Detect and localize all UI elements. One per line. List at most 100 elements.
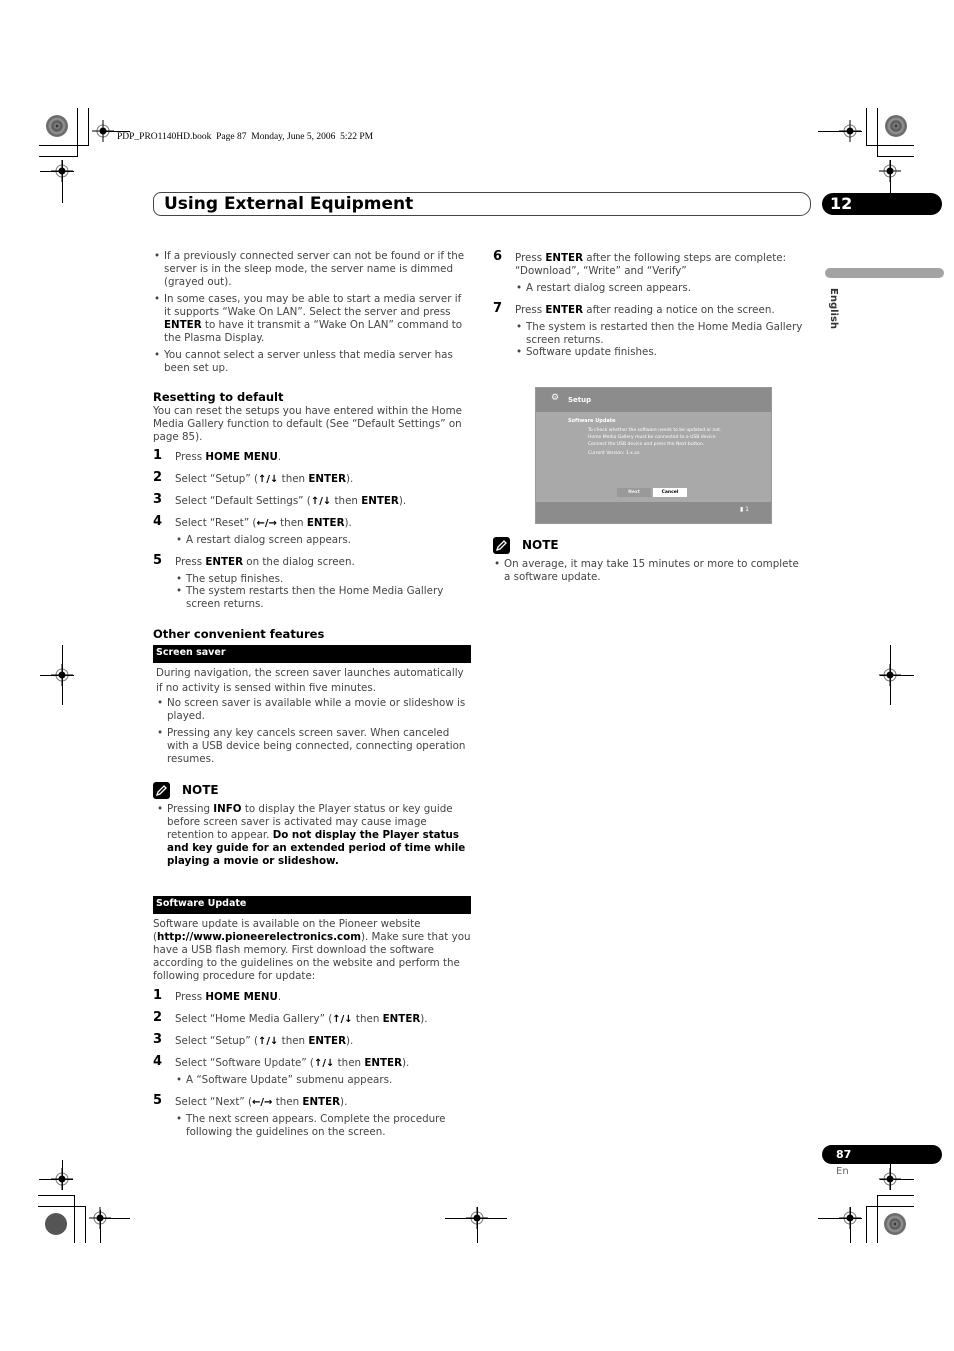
crop-line — [880, 1179, 914, 1180]
step-sub-bullet: The next screen appears. Complete the pr… — [153, 1113, 471, 1139]
crop-line — [866, 108, 867, 145]
setup-screen-figure: ⚙ Setup Software Update To check whether… — [535, 387, 772, 524]
text: ). — [344, 517, 352, 529]
step-item: 6 Press ENTER after the following steps a… — [493, 249, 803, 278]
crop-line — [62, 1160, 63, 1190]
text: Select “Home Media Gallery” ( — [175, 1013, 333, 1025]
button-name: HOME MENU — [205, 451, 278, 463]
crop-line — [38, 1206, 86, 1207]
step-number: 4 — [153, 1054, 163, 1069]
next-button[interactable]: Next — [617, 488, 651, 497]
button-name: HOME MENU — [205, 991, 278, 1003]
crop-line — [39, 156, 78, 157]
text: on the dialog screen. — [243, 556, 355, 568]
screen-text-line: Home Media Gallery must be connected to … — [588, 435, 717, 440]
button-name: ENTER — [205, 556, 244, 568]
pencil-note-icon — [493, 537, 510, 554]
crop-line — [38, 1195, 75, 1196]
crop-line — [85, 1206, 86, 1243]
step-item: 3 Select “Default Settings” (↑/↓ then ENT… — [153, 493, 471, 508]
crop-line — [818, 131, 862, 132]
note-title: NOTE — [182, 783, 219, 797]
text: then — [331, 495, 362, 507]
bullet-item: No screen saver is available while a mov… — [156, 697, 471, 723]
crop-line — [477, 1207, 478, 1243]
text: ). — [346, 1035, 354, 1047]
pioneer-website-link[interactable]: http://www.pioneerelectronics.com — [157, 931, 361, 943]
step-number: 1 — [153, 448, 163, 463]
text: . — [277, 451, 282, 463]
crop-line — [877, 108, 878, 156]
text: then — [352, 1013, 383, 1025]
step-number: 1 — [153, 988, 163, 1003]
text: ). — [420, 1013, 428, 1025]
crop-line — [62, 160, 63, 203]
button-name: ENTER — [306, 517, 345, 529]
text: ). — [402, 1057, 410, 1069]
step-sub-bullet: The system is restarted then the Home Me… — [493, 321, 803, 347]
crop-line — [40, 171, 74, 172]
step-number: 2 — [153, 1010, 163, 1025]
text: then — [272, 1096, 303, 1108]
crop-line — [890, 180, 891, 194]
step-number: 7 — [493, 301, 503, 316]
right-note: NOTE On average, it may take 15 minutes … — [493, 537, 803, 588]
screen-saver-intro: During navigation, the screen saver laun… — [156, 667, 464, 694]
arrow-keys-icon: ←/→ — [256, 518, 277, 529]
print-info: PDP_PRO1140HD.book Page 87 Monday, June … — [117, 132, 374, 142]
button-name: ENTER — [308, 473, 347, 485]
text: ). — [346, 473, 354, 485]
text: Select “Setup” ( — [175, 1035, 258, 1047]
subsection-bar-software-update: Software Update — [153, 896, 471, 914]
crop-line — [866, 1206, 867, 1243]
software-update-step-list: 1 Press HOME MENU. 2 Select “Home Media Gal… — [153, 988, 471, 1139]
button-name: ENTER — [164, 319, 202, 331]
screen-body: Software Update To check whether the sof… — [536, 412, 771, 502]
subsection-bar-screen-saver: Screen saver — [153, 645, 471, 663]
step-sub-bullet: A restart dialog screen appears. — [493, 282, 803, 295]
crop-line — [40, 675, 74, 676]
text: then — [276, 517, 307, 529]
crop-line — [100, 1210, 101, 1243]
text: then — [278, 1035, 309, 1047]
screen-subtitle: Software Update — [568, 418, 616, 424]
crop-line — [890, 645, 891, 705]
button-name: ENTER — [364, 1057, 402, 1069]
text: ). — [398, 495, 407, 507]
step-number: 5 — [153, 1093, 163, 1108]
chapter-number: 12 — [830, 194, 853, 213]
language-tab-bar — [825, 268, 944, 278]
pencil-note-icon — [153, 782, 170, 799]
screen-title-bar: ⚙ Setup — [536, 388, 771, 412]
arrow-keys-icon: ↑/↓ — [313, 1058, 335, 1069]
page-language: En — [836, 1166, 849, 1177]
text: Select “Default Settings” ( — [175, 495, 311, 507]
text: Select “Setup” ( — [175, 473, 258, 485]
button-name: ENTER — [545, 304, 584, 316]
step-number: 4 — [153, 514, 163, 529]
step-item: 3 Select “Setup” (↑/↓ then ENTER). — [153, 1032, 471, 1048]
color-rosette-top-right — [885, 115, 907, 137]
step-number: 5 — [153, 553, 163, 568]
arrow-keys-icon: ↑/↓ — [257, 1036, 279, 1047]
note-text: Pressing — [167, 803, 214, 815]
text: Select “Reset” ( — [175, 517, 257, 529]
step-item: 7 Press ENTER after reading a notice on t… — [493, 301, 803, 317]
intro-bullet-list: If a previously connected server can not… — [153, 250, 471, 375]
crop-line — [877, 1195, 914, 1196]
crop-line — [890, 1164, 891, 1190]
arrow-keys-icon: ←/→ — [252, 1097, 273, 1108]
cancel-button[interactable]: Cancel — [653, 488, 687, 497]
screen-version: Current Version: 1.x.xx — [588, 451, 640, 456]
step-number: 3 — [153, 1032, 163, 1047]
page-number-badge: 87 — [822, 1145, 942, 1164]
text: If a previously connected server can not… — [164, 250, 465, 288]
right-column: 6 Press ENTER after the following steps a… — [493, 249, 803, 368]
arrow-keys-icon: ↑/↓ — [257, 474, 279, 485]
step-item: 1 Press HOME MENU. — [153, 988, 471, 1004]
step-number: 6 — [493, 249, 503, 264]
chapter-header: Using External Equipment — [153, 192, 811, 216]
text: Press — [175, 556, 206, 568]
note-bullet: Pressing INFO to display the Player stat… — [156, 803, 471, 868]
left-column: If a previously connected server can not… — [153, 250, 471, 1148]
